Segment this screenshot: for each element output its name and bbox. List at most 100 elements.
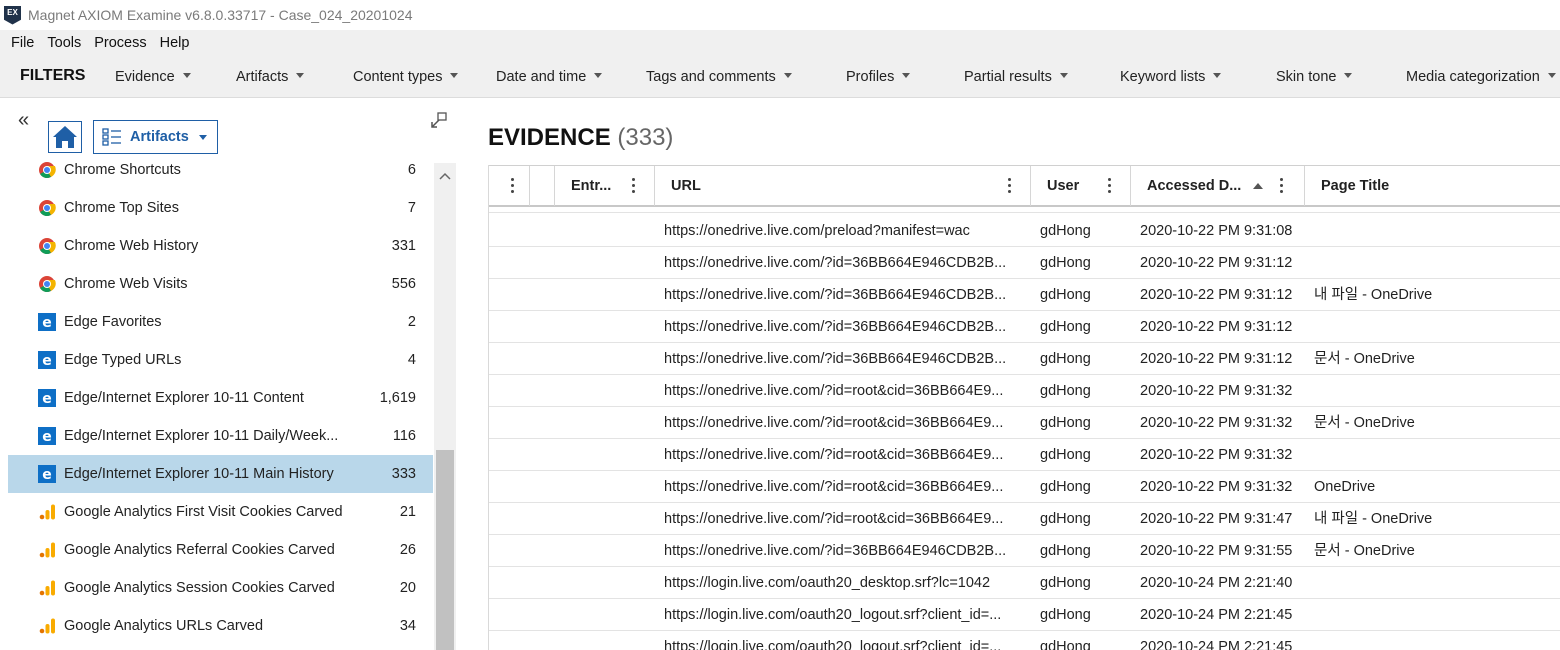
artifact-list-item[interactable]: e Edge/Internet Explorer 10-11 Content 1,6… bbox=[8, 379, 433, 417]
column-header-url[interactable]: URL bbox=[655, 166, 1031, 206]
artifact-list-item[interactable]: e Edge/Internet Explorer 10-11 Main Histo… bbox=[8, 455, 433, 493]
filter-tags-and-comments[interactable]: Tags and comments bbox=[646, 69, 792, 85]
kebab-icon[interactable] bbox=[510, 178, 514, 194]
page-title-cell bbox=[1314, 375, 1554, 407]
column-header-user[interactable]: User bbox=[1031, 166, 1131, 206]
menu-file[interactable]: File bbox=[11, 35, 34, 51]
artifact-count: 331 bbox=[391, 238, 416, 254]
kebab-icon[interactable] bbox=[631, 178, 635, 194]
table-row[interactable]: https://onedrive.live.com/?id=root&cid=3… bbox=[489, 407, 1560, 439]
chrome-icon bbox=[38, 199, 56, 217]
artifact-list-scrollbar[interactable] bbox=[434, 163, 456, 650]
table-row[interactable]: https://onedrive.live.com/?id=36BB664E94… bbox=[489, 247, 1560, 279]
chevron-down-icon bbox=[594, 73, 603, 78]
scroll-thumb[interactable] bbox=[436, 450, 454, 650]
filter-label: Content types bbox=[353, 69, 443, 85]
table-row[interactable]: https://onedrive.live.com/?id=root&cid=3… bbox=[489, 375, 1560, 407]
artifact-count: 556 bbox=[391, 276, 416, 292]
page-title-cell: 문서 - OneDrive bbox=[1314, 351, 1415, 367]
filter-date-and-time[interactable]: Date and time bbox=[496, 69, 603, 85]
artifact-name: Edge/Internet Explorer 10-11 Main Histor… bbox=[64, 466, 334, 482]
accessed-date-cell: 2020-10-22 PM 9:31:47 bbox=[1140, 511, 1293, 527]
user-cell: gdHong bbox=[1040, 287, 1091, 303]
filter-media-categorization[interactable]: Media categorization bbox=[1406, 69, 1556, 85]
table-row[interactable] bbox=[489, 207, 1560, 213]
column-header-page-title[interactable]: Page Title bbox=[1305, 166, 1560, 206]
table-row[interactable]: https://login.live.com/oauth20_desktop.s… bbox=[489, 567, 1560, 599]
table-row[interactable]: https://login.live.com/oauth20_logout.sr… bbox=[489, 599, 1560, 631]
collapse-panel-button[interactable]: « bbox=[18, 110, 29, 130]
kebab-icon[interactable] bbox=[1007, 178, 1011, 194]
table-row[interactable]: https://onedrive.live.com/?id=root&cid=3… bbox=[489, 471, 1560, 503]
filter-content-types[interactable]: Content types bbox=[353, 69, 459, 85]
column-tag-cell[interactable] bbox=[530, 166, 555, 206]
url-cell: https://onedrive.live.com/preload?manife… bbox=[664, 223, 970, 239]
kebab-icon[interactable] bbox=[1279, 178, 1283, 194]
accessed-date-cell: 2020-10-22 PM 9:31:12 bbox=[1140, 287, 1293, 303]
accessed-date-cell: 2020-10-22 PM 9:31:32 bbox=[1140, 447, 1293, 463]
artifact-list-item[interactable]: Chrome Web Visits 556 bbox=[8, 265, 433, 303]
page-title-cell bbox=[1314, 311, 1554, 343]
filter-skin-tone[interactable]: Skin tone bbox=[1276, 69, 1353, 85]
kebab-icon[interactable] bbox=[1107, 178, 1111, 194]
app-logo-icon: EX bbox=[4, 5, 21, 25]
menu-bar: File Tools Process Help bbox=[0, 30, 1560, 56]
artifact-list-item[interactable]: Google Analytics Session Cookies Carved 2… bbox=[8, 569, 433, 607]
popout-button[interactable] bbox=[430, 111, 448, 134]
artifact-name: Google Analytics Referral Cookies Carved bbox=[64, 542, 335, 558]
column-header-entry[interactable]: Entr... bbox=[555, 166, 655, 206]
user-cell: gdHong bbox=[1040, 223, 1091, 239]
filter-keyword-lists[interactable]: Keyword lists bbox=[1120, 69, 1222, 85]
table-row[interactable]: https://onedrive.live.com/?id=root&cid=3… bbox=[489, 503, 1560, 535]
artifact-list-item[interactable]: e Edge/Internet Explorer 10-11 Daily/Week… bbox=[8, 417, 433, 455]
edge-icon: e bbox=[38, 389, 56, 407]
artifact-name: Edge Typed URLs bbox=[64, 352, 182, 368]
artifact-count: 6 bbox=[407, 162, 416, 178]
table-row[interactable]: https://onedrive.live.com/?id=36BB664E94… bbox=[489, 311, 1560, 343]
url-cell: https://onedrive.live.com/?id=root&cid=3… bbox=[664, 447, 1004, 463]
table-row[interactable]: https://login.live.com/oauth20_logout.sr… bbox=[489, 631, 1560, 650]
column-header-url-label: URL bbox=[671, 178, 701, 194]
user-cell: gdHong bbox=[1040, 479, 1091, 495]
analytics-icon bbox=[38, 503, 56, 521]
artifact-list-item[interactable]: Google Analytics URLs Carved 34 bbox=[8, 607, 433, 645]
filter-label: Evidence bbox=[115, 69, 175, 85]
artifact-count: 4 bbox=[407, 352, 416, 368]
menu-process[interactable]: Process bbox=[94, 35, 146, 51]
filter-profiles[interactable]: Profiles bbox=[846, 69, 911, 85]
filter-partial-results[interactable]: Partial results bbox=[964, 69, 1068, 85]
artifact-panel: « Artifacts Chrome Shortcuts 6 Chrome Top … bbox=[0, 99, 458, 650]
table-row[interactable]: https://onedrive.live.com/preload?manife… bbox=[489, 215, 1560, 247]
menu-help[interactable]: Help bbox=[160, 35, 190, 51]
column-header-accessed[interactable]: Accessed D... bbox=[1131, 166, 1305, 206]
accessed-date-cell: 2020-10-22 PM 9:31:32 bbox=[1140, 383, 1293, 399]
page-title-cell bbox=[1314, 439, 1554, 471]
table-row[interactable]: https://onedrive.live.com/?id=36BB664E94… bbox=[489, 535, 1560, 567]
list-view-icon bbox=[102, 128, 121, 146]
url-cell: https://login.live.com/oauth20_desktop.s… bbox=[664, 575, 991, 591]
artifact-list-item[interactable]: e Edge Typed URLs 4 bbox=[8, 341, 433, 379]
home-icon bbox=[53, 126, 77, 148]
table-row[interactable]: https://onedrive.live.com/?id=root&cid=3… bbox=[489, 439, 1560, 471]
menu-tools[interactable]: Tools bbox=[47, 35, 81, 51]
view-selector-dropdown[interactable]: Artifacts bbox=[93, 120, 218, 154]
artifact-list-item[interactable]: Google Analytics First Visit Cookies Car… bbox=[8, 493, 433, 531]
artifact-list-item[interactable]: Chrome Web History 331 bbox=[8, 227, 433, 265]
artifact-name: Google Analytics First Visit Cookies Car… bbox=[64, 504, 343, 520]
filter-evidence[interactable]: Evidence bbox=[115, 69, 191, 85]
table-row[interactable]: https://onedrive.live.com/?id=36BB664E94… bbox=[489, 343, 1560, 375]
home-button[interactable] bbox=[48, 121, 82, 153]
table-row[interactable]: https://onedrive.live.com/?id=36BB664E94… bbox=[489, 279, 1560, 311]
view-selector-label: Artifacts bbox=[130, 129, 189, 145]
edge-icon: e bbox=[38, 465, 56, 483]
artifact-list-item[interactable]: Chrome Shortcuts 6 bbox=[8, 157, 433, 189]
artifact-list-item[interactable]: e Edge Favorites 2 bbox=[8, 303, 433, 341]
artifact-list-item[interactable]: Chrome Top Sites 7 bbox=[8, 189, 433, 227]
filter-artifacts[interactable]: Artifacts bbox=[236, 69, 305, 85]
artifact-list-item[interactable]: Google Analytics Referral Cookies Carved… bbox=[8, 531, 433, 569]
accessed-date-cell: 2020-10-24 PM 2:21:40 bbox=[1140, 575, 1293, 591]
column-menu-cell[interactable] bbox=[489, 166, 530, 206]
user-cell: gdHong bbox=[1040, 255, 1091, 271]
scroll-up-icon[interactable] bbox=[438, 171, 452, 181]
artifact-name: Edge Favorites bbox=[64, 314, 162, 330]
